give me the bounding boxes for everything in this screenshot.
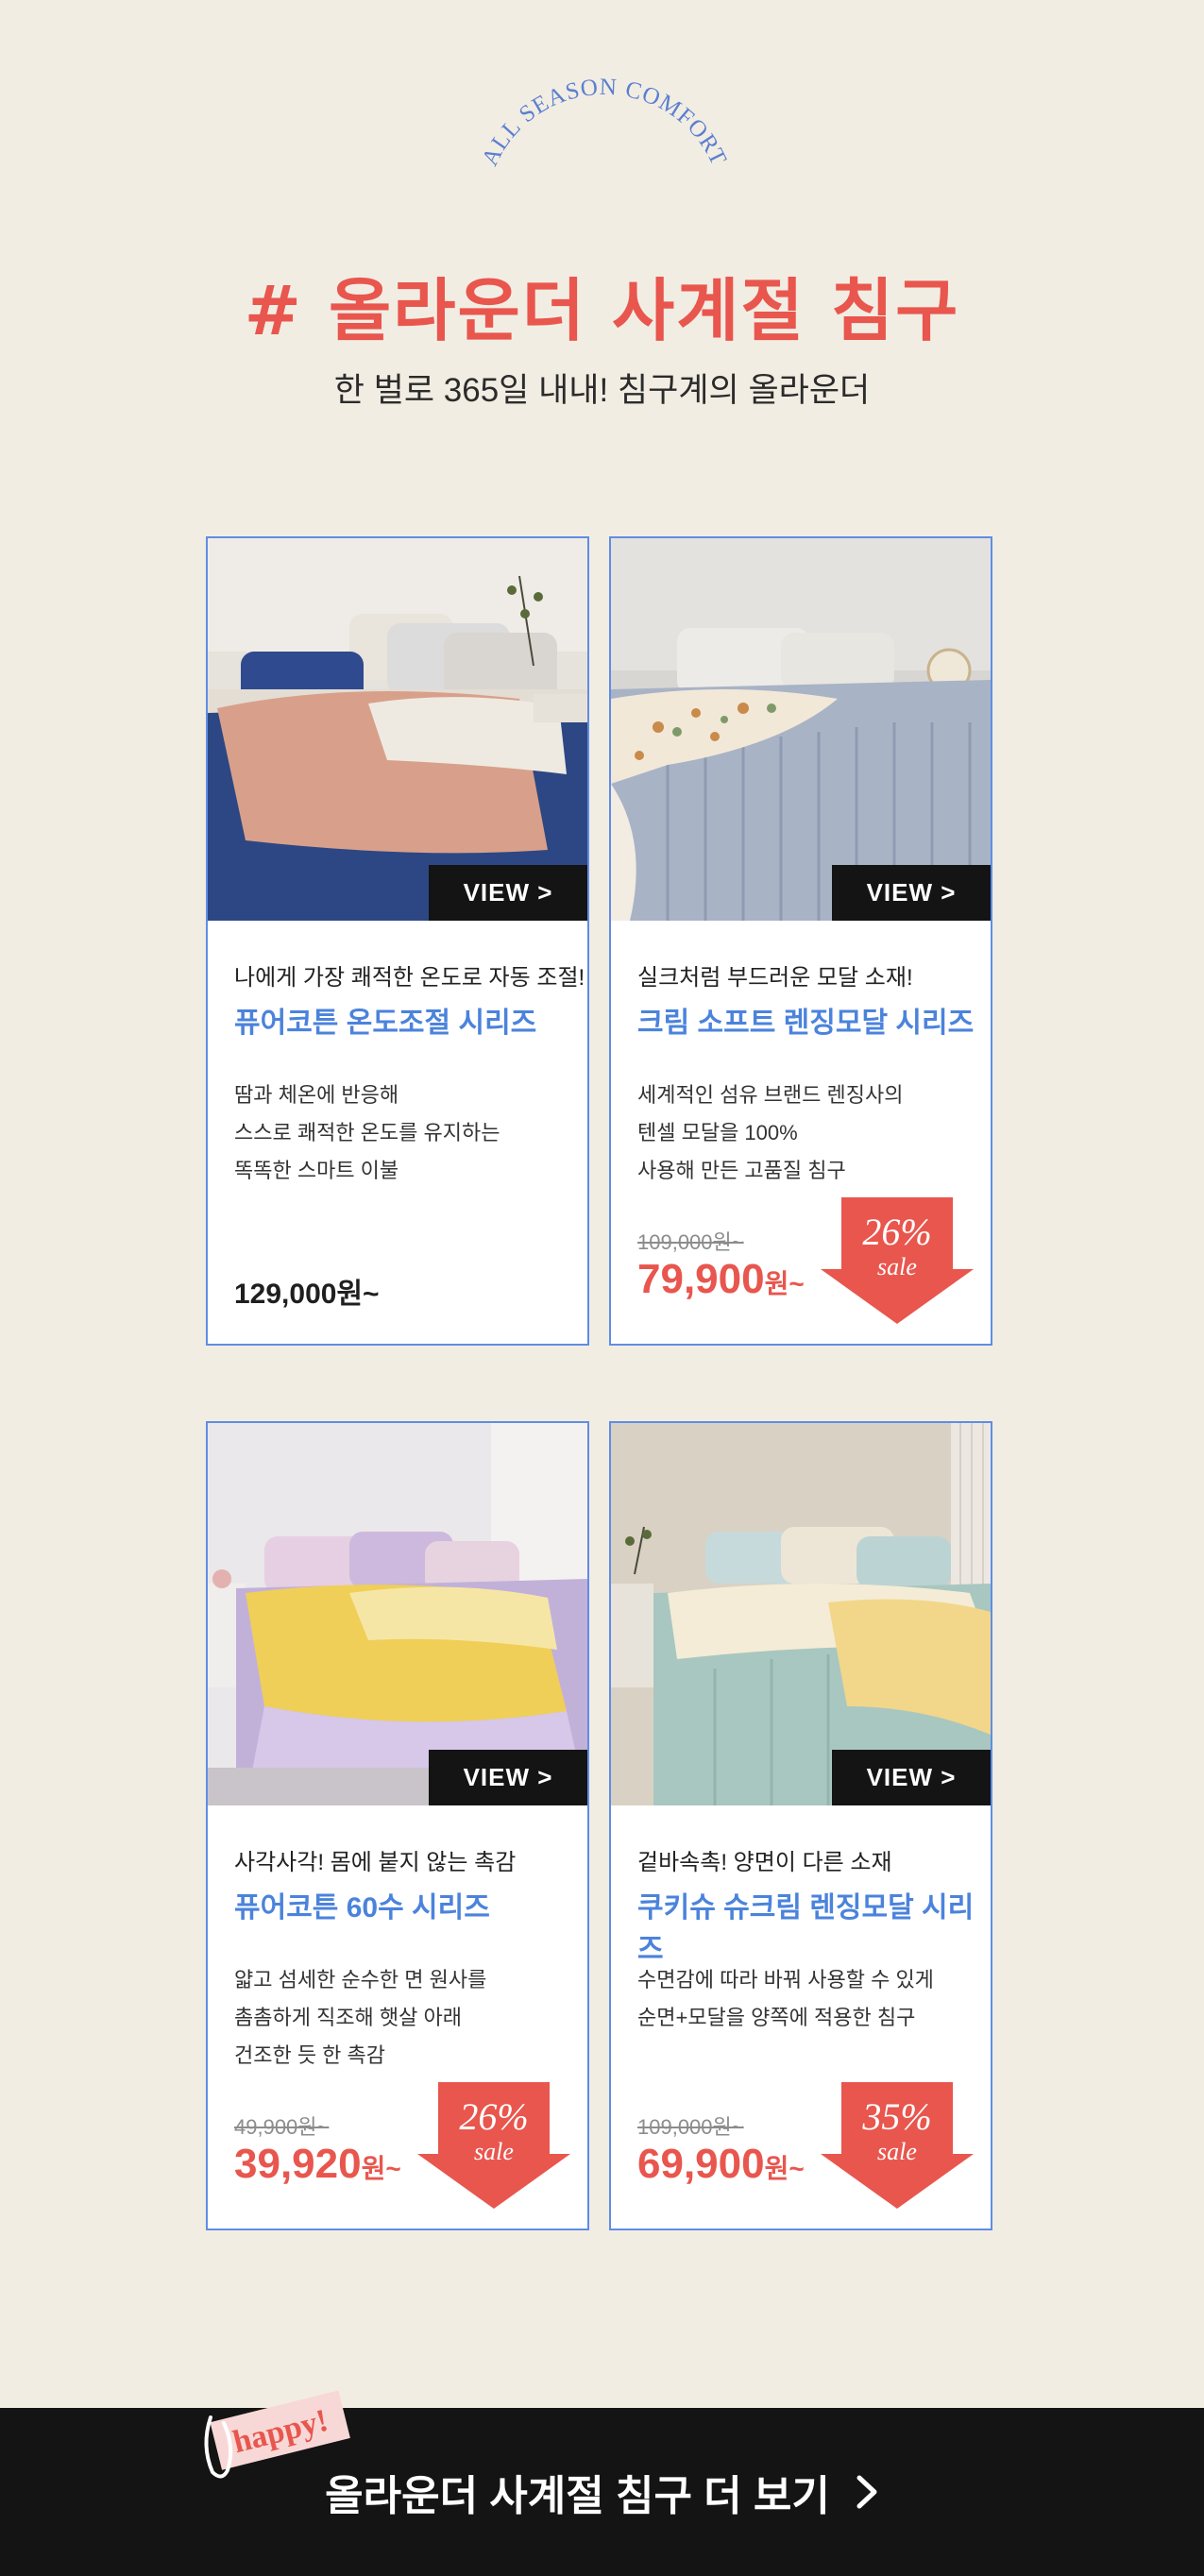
product-card[interactable]: VIEW > 겉바속촉! 양면이 다른 소재 쿠키슈 슈크림 렌징모달 시리즈 … (609, 1421, 992, 2230)
description-line: 촘촘하게 직조해 햇살 아래 (234, 2006, 462, 2029)
discount-percent: 35% (861, 2095, 931, 2138)
product-photo[interactable]: VIEW > (208, 1423, 587, 1805)
discount-badge: 26% sale (417, 2082, 570, 2209)
product-description: 얇고 섬세한 순수한 면 원사를 촘촘하게 직조해 햇살 아래 건조한 듯 한 … (234, 1961, 574, 2075)
sale-price: 79,900원~ (637, 1256, 805, 1303)
price-unit: 원~ (361, 2154, 401, 2183)
view-button[interactable]: VIEW > (832, 1750, 991, 1805)
sale-label: sale (877, 1253, 917, 1280)
product-photo[interactable]: VIEW > (611, 538, 991, 921)
sale-label: sale (474, 2138, 514, 2165)
original-price: 109,000원~ (637, 1230, 744, 1254)
description-line: 스스로 쾌적한 온도를 유지하는 (234, 1121, 500, 1144)
happy-sticker: happy! (204, 2390, 350, 2479)
discount-percent: 26% (459, 2095, 528, 2138)
sale-price-value: 69,900 (637, 2141, 765, 2187)
product-photo[interactable]: VIEW > (208, 538, 587, 921)
product-price: 129,000원~ (234, 1279, 380, 1310)
product-tagline: 사각사각! 몸에 붙지 않는 촉감 (234, 1850, 517, 1875)
sale-price: 69,900원~ (637, 2141, 805, 2188)
description-line: 세계적인 섬유 브랜드 렌징사의 (637, 1083, 904, 1107)
page-subtitle: 한 벌로 365일 내내! 침구계의 올라운더 (333, 372, 871, 409)
view-button[interactable]: VIEW > (429, 865, 587, 921)
product-description: 땀과 체온에 반응해 스스로 쾌적한 온도를 유지하는 똑똑한 스마트 이불 (234, 1076, 574, 1190)
description-line: 사용해 만든 고품질 침구 (637, 1159, 846, 1182)
description-line: 똑똑한 스마트 이불 (234, 1159, 399, 1182)
description-line: 텐셀 모달을 100% (637, 1121, 798, 1144)
footer-banner[interactable]: 올라운더 사계절 침구 더 보기 (0, 2408, 1204, 2576)
description-line: 수면감에 따라 바꿔 사용할 수 있게 (637, 1968, 934, 1991)
product-photo[interactable]: VIEW > (611, 1423, 991, 1805)
original-price: 49,900원~ (234, 2115, 330, 2139)
original-price: 109,000원~ (637, 2115, 744, 2139)
view-button[interactable]: VIEW > (832, 865, 991, 921)
product-tagline: 나에게 가장 쾌적한 온도로 자동 조절! (234, 965, 585, 991)
product-tagline: 겉바속촉! 양면이 다른 소재 (637, 1850, 892, 1875)
product-card[interactable]: VIEW > 실크처럼 부드러운 모달 소재! 크림 소프트 렌징모달 시리즈 … (609, 536, 992, 1346)
description-line: 순면+모달을 양쪽에 적용한 침구 (637, 2006, 916, 2029)
product-card[interactable]: VIEW > 나에게 가장 쾌적한 온도로 자동 조절! 퓨어코튼 온도조절 시… (206, 536, 589, 1346)
description-line: 건조한 듯 한 촉감 (234, 2043, 386, 2067)
price-unit: 원~ (764, 2154, 805, 2183)
product-description: 수면감에 따라 바꿔 사용할 수 있게 순면+모달을 양쪽에 적용한 침구 (637, 1961, 977, 2037)
discount-badge: 26% sale (821, 1197, 974, 1324)
product-name[interactable]: 퓨어코튼 온도조절 시리즈 (234, 999, 536, 1041)
description-line: 땀과 체온에 반응해 (234, 1083, 399, 1107)
chevron-right-icon (856, 2475, 877, 2509)
arc-heading: ALL SEASON COMFORT (477, 75, 731, 170)
sale-price-value: 79,900 (637, 1256, 765, 1302)
discount-percent: 26% (862, 1211, 931, 1253)
product-tagline: 실크처럼 부드러운 모달 소재! (637, 965, 913, 991)
page-title: # 올라운더 사계절 침구 (244, 271, 960, 350)
more-products-link[interactable]: 올라운더 사계절 침구 더 보기 (0, 2408, 1204, 2576)
product-name[interactable]: 퓨어코튼 60수 시리즈 (234, 1884, 490, 1925)
discount-badge: 35% sale (821, 2082, 974, 2209)
more-products-label: 올라운더 사계절 침구 더 보기 (325, 2473, 830, 2519)
product-description: 세계적인 섬유 브랜드 렌징사의 텐셀 모달을 100% 사용해 만든 고품질 … (637, 1076, 977, 1190)
price-unit: 원~ (764, 1269, 805, 1298)
view-button[interactable]: VIEW > (429, 1750, 587, 1805)
product-name[interactable]: 쿠키슈 슈크림 렌징모달 시리즈 (637, 1884, 991, 1967)
product-name[interactable]: 크림 소프트 렌징모달 시리즈 (637, 999, 974, 1041)
sale-label: sale (877, 2138, 917, 2165)
header: ALL SEASON COMFORT # 올라운더 사계절 침구 한 벌로 36… (0, 0, 1204, 472)
description-line: 얇고 섬세한 순수한 면 원사를 (234, 1968, 487, 1991)
sale-price-value: 39,920 (234, 2141, 362, 2187)
product-card[interactable]: VIEW > 사각사각! 몸에 붙지 않는 촉감 퓨어코튼 60수 시리즈 얇고… (206, 1421, 589, 2230)
sale-price: 39,920원~ (234, 2141, 401, 2188)
arc-text: ALL SEASON COMFORT (477, 75, 731, 170)
